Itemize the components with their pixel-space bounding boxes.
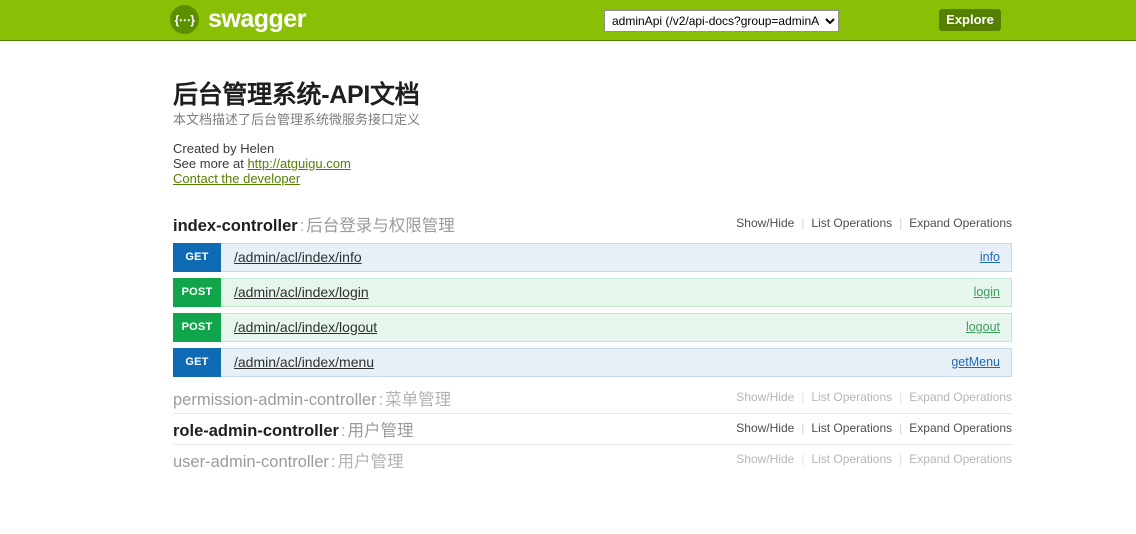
page-title: 后台管理系统-API文档	[173, 81, 420, 109]
endpoint-path[interactable]: /admin/acl/index/login	[234, 279, 369, 306]
created-by-text: Created by Helen	[173, 141, 275, 156]
expand-operations-link[interactable]: Expand Operations	[909, 421, 1012, 435]
swagger-logo-link[interactable]: {⋯} swagger	[170, 5, 306, 34]
http-method-badge: GET	[173, 243, 221, 272]
expand-operations-link[interactable]: Expand Operations	[909, 390, 1012, 404]
show-hide-link[interactable]: Show/Hide	[736, 390, 794, 404]
resource-name-link[interactable]: role-admin-controller	[173, 422, 339, 440]
resource-description: 用户管理	[337, 453, 404, 471]
resource-separator: :	[340, 422, 346, 440]
see-more-prefix: See more at	[173, 156, 248, 171]
endpoint-nickname[interactable]: logout	[966, 314, 1000, 341]
resource-title[interactable]: role-admin-controller: 用户管理	[173, 417, 414, 441]
endpoint-row[interactable]: POST /admin/acl/index/logout logout	[173, 313, 1012, 342]
expand-operations-link[interactable]: Expand Operations	[909, 216, 1012, 230]
resource-separator: :	[299, 217, 305, 235]
endpoint-path[interactable]: /admin/acl/index/info	[234, 244, 362, 271]
http-method-badge: POST	[173, 278, 221, 307]
option-divider: |	[801, 390, 805, 404]
contact-developer-line: Contact the developer	[173, 171, 351, 186]
endpoint-nickname[interactable]: info	[980, 244, 1000, 271]
resource-description: 后台登录与权限管理	[306, 217, 455, 235]
show-hide-link[interactable]: Show/Hide	[736, 452, 794, 466]
resource-user-admin-controller: user-admin-controller: 用户管理 Show/Hide | Lis…	[173, 445, 1012, 476]
spec-url-select[interactable]: adminApi (/v2/api-docs?group=adminApi)	[604, 10, 839, 32]
endpoint-row[interactable]: GET /admin/acl/index/info info	[173, 243, 1012, 272]
http-method-badge: GET	[173, 348, 221, 377]
contact-developer-link[interactable]: Contact the developer	[173, 171, 300, 186]
endpoint-row[interactable]: GET /admin/acl/index/menu getMenu	[173, 348, 1012, 377]
resource-heading: index-controller: 后台登录与权限管理 Show/Hide | Lis…	[173, 209, 1012, 240]
endpoint-nickname[interactable]: login	[974, 279, 1000, 306]
resource-name: index-controller	[173, 217, 298, 235]
explore-button[interactable]: Explore	[939, 9, 1001, 31]
resource-heading: user-admin-controller: 用户管理 Show/Hide | Lis…	[173, 445, 1012, 476]
resource-description: 用户管理	[347, 422, 414, 440]
api-description: 本文档描述了后台管理系统微服务接口定义	[173, 112, 421, 127]
list-operations-link[interactable]: List Operations	[811, 452, 892, 466]
http-method-badge: POST	[173, 313, 221, 342]
endpoint-list: GET /admin/acl/index/info info POST /adm…	[173, 243, 1012, 377]
resource-name: permission-admin-controller	[173, 391, 377, 409]
option-divider: |	[899, 216, 903, 230]
swagger-logo-text: swagger	[208, 5, 306, 33]
resource-index-controller: index-controller: 后台登录与权限管理 Show/Hide | Lis…	[173, 209, 1012, 377]
list-operations-link[interactable]: List Operations	[811, 216, 892, 230]
resource-title[interactable]: user-admin-controller: 用户管理	[173, 448, 403, 472]
resource-role-admin-controller: role-admin-controller: 用户管理 Show/Hide | Lis…	[173, 414, 1012, 445]
resource-name-link[interactable]: user-admin-controller	[173, 453, 329, 471]
option-divider: |	[899, 452, 903, 466]
option-divider: |	[899, 390, 903, 404]
resource-options: Show/Hide | List Operations | Expand Operati…	[736, 216, 1012, 230]
resource-list: index-controller: 后台登录与权限管理 Show/Hide | Lis…	[173, 209, 1012, 476]
option-divider: |	[899, 421, 903, 435]
show-hide-link[interactable]: Show/Hide	[736, 421, 794, 435]
endpoint-nickname[interactable]: getMenu	[951, 349, 1000, 376]
resource-permission-admin-controller: permission-admin-controller: 菜单管理 Show/Hi…	[173, 383, 1012, 414]
show-hide-link[interactable]: Show/Hide	[736, 216, 794, 230]
option-divider: |	[801, 452, 805, 466]
see-more-line: See more at http://atguigu.com	[173, 156, 351, 171]
resource-heading: role-admin-controller: 用户管理 Show/Hide | Lis…	[173, 414, 1012, 445]
resource-options: Show/Hide | List Operations | Expand Operati…	[736, 452, 1012, 466]
list-operations-link[interactable]: List Operations	[811, 421, 892, 435]
resource-name-link[interactable]: index-controller	[173, 217, 298, 235]
resource-name-link[interactable]: permission-admin-controller	[173, 391, 377, 409]
resource-heading: permission-admin-controller: 菜单管理 Show/Hi…	[173, 383, 1012, 414]
resource-name: user-admin-controller	[173, 453, 329, 471]
resource-options: Show/Hide | List Operations | Expand Operati…	[736, 421, 1012, 435]
see-more-link[interactable]: http://atguigu.com	[247, 156, 350, 171]
resource-separator: :	[378, 391, 384, 409]
expand-operations-link[interactable]: Expand Operations	[909, 452, 1012, 466]
resource-title[interactable]: permission-admin-controller: 菜单管理	[173, 386, 451, 410]
resource-separator: :	[330, 453, 336, 471]
resource-options: Show/Hide | List Operations | Expand Operati…	[736, 390, 1012, 404]
option-divider: |	[801, 421, 805, 435]
resource-title[interactable]: index-controller: 后台登录与权限管理	[173, 212, 455, 236]
resource-name: role-admin-controller	[173, 422, 339, 440]
swagger-braces-icon: {⋯}	[170, 5, 199, 34]
option-divider: |	[801, 216, 805, 230]
endpoint-path[interactable]: /admin/acl/index/menu	[234, 349, 374, 376]
endpoint-row[interactable]: POST /admin/acl/index/login login	[173, 278, 1012, 307]
endpoint-path[interactable]: /admin/acl/index/logout	[234, 314, 377, 341]
api-info-block: Created by Helen See more at http://atgu…	[173, 141, 351, 186]
top-header-bar: {⋯} swagger adminApi (/v2/api-docs?group…	[0, 0, 1136, 41]
resource-description: 菜单管理	[385, 391, 452, 409]
list-operations-link[interactable]: List Operations	[811, 390, 892, 404]
